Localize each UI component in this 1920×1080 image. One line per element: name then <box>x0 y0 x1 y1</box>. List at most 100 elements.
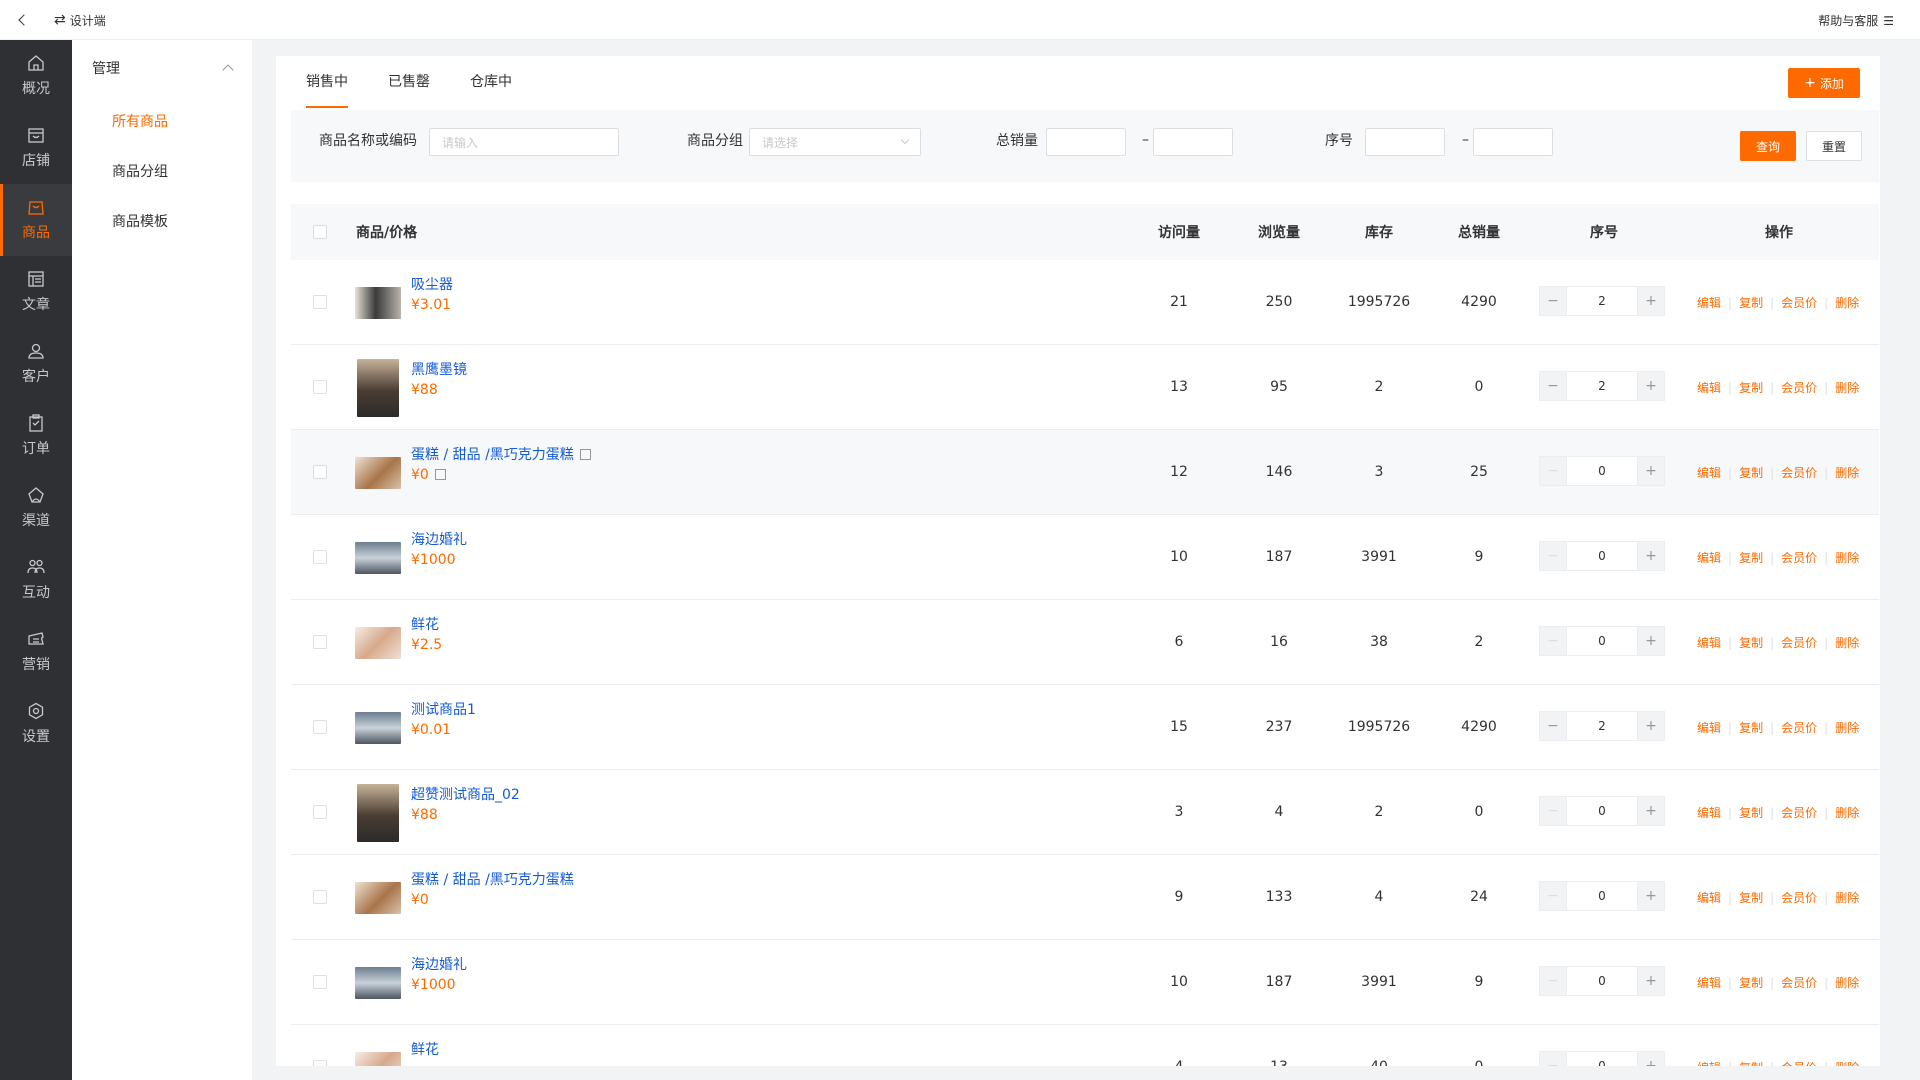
col-seq[interactable]: 序号 <box>1590 222 1618 242</box>
minus-icon[interactable]: − <box>1539 286 1567 316</box>
product-name-link[interactable]: 海边婚礼 <box>411 529 467 549</box>
member-price-link[interactable]: 会员价 <box>1781 721 1817 735</box>
add-button[interactable]: + 添加 <box>1788 68 1860 98</box>
minus-icon[interactable]: − <box>1539 626 1567 656</box>
row-checkbox[interactable] <box>313 805 327 819</box>
product-thumbnail[interactable] <box>355 627 401 659</box>
seq-input[interactable]: 0 <box>1567 1051 1637 1066</box>
product-name-link[interactable]: 蛋糕 / 甜品 /黑巧克力蛋糕 <box>411 444 591 464</box>
minus-icon[interactable]: − <box>1539 541 1567 571</box>
copy-link[interactable]: 复制 <box>1739 296 1763 310</box>
delete-link[interactable]: 删除 <box>1835 721 1859 735</box>
copy-link[interactable]: 复制 <box>1739 466 1763 480</box>
sub-nav-item-goods-template[interactable]: 商品模板 <box>72 196 252 246</box>
sub-nav-item-goods-group[interactable]: 商品分组 <box>72 146 252 196</box>
nav-item-customer[interactable]: 客户 <box>0 328 72 400</box>
row-checkbox[interactable] <box>313 720 327 734</box>
reset-button[interactable]: 重置 <box>1806 131 1862 161</box>
member-price-link[interactable]: 会员价 <box>1781 891 1817 905</box>
minus-icon[interactable]: − <box>1539 966 1567 996</box>
group-select[interactable]: 请选择 <box>749 128 921 156</box>
row-checkbox[interactable] <box>313 380 327 394</box>
product-thumbnail[interactable] <box>355 882 401 914</box>
seq-input[interactable]: 0 <box>1567 456 1637 486</box>
plus-icon[interactable]: + <box>1637 371 1665 401</box>
product-name-link[interactable]: 测试商品1 <box>411 699 476 719</box>
edit-link[interactable]: 编辑 <box>1697 891 1721 905</box>
plus-icon[interactable]: + <box>1637 286 1665 316</box>
product-name-link[interactable]: 蛋糕 / 甜品 /黑巧克力蛋糕 <box>411 869 574 889</box>
delete-link[interactable]: 删除 <box>1835 636 1859 650</box>
delete-link[interactable]: 删除 <box>1835 551 1859 565</box>
copy-link[interactable]: 复制 <box>1739 636 1763 650</box>
product-thumbnail[interactable] <box>355 1052 401 1066</box>
nav-item-article[interactable]: 文章 <box>0 256 72 328</box>
row-checkbox[interactable] <box>313 1060 327 1066</box>
copy-link[interactable]: 复制 <box>1739 806 1763 820</box>
product-name-link[interactable]: 黑鹰墨镜 <box>411 359 467 379</box>
minus-icon[interactable]: − <box>1539 881 1567 911</box>
edit-link[interactable]: 编辑 <box>1697 466 1721 480</box>
plus-icon[interactable]: + <box>1637 881 1665 911</box>
copy-link[interactable]: 复制 <box>1739 551 1763 565</box>
minus-icon[interactable]: − <box>1539 1051 1567 1066</box>
col-visits[interactable]: 访问量 <box>1158 222 1200 242</box>
product-thumbnail[interactable] <box>355 287 401 319</box>
sales-min-input[interactable] <box>1046 128 1126 156</box>
edit-link[interactable]: 编辑 <box>1697 1061 1721 1066</box>
edit-link[interactable]: 编辑 <box>1697 296 1721 310</box>
edit-icon[interactable] <box>579 448 591 460</box>
nav-item-channel[interactable]: 渠道 <box>0 472 72 544</box>
copy-link[interactable]: 复制 <box>1739 1061 1763 1066</box>
edit-link[interactable]: 编辑 <box>1697 976 1721 990</box>
minus-icon[interactable]: − <box>1539 711 1567 741</box>
minus-icon[interactable]: − <box>1539 456 1567 486</box>
seq-min-input[interactable] <box>1365 128 1445 156</box>
seq-input[interactable]: 0 <box>1567 796 1637 826</box>
plus-icon[interactable]: + <box>1637 626 1665 656</box>
col-sales[interactable]: 总销量 <box>1458 222 1500 242</box>
member-price-link[interactable]: 会员价 <box>1781 381 1817 395</box>
copy-link[interactable]: 复制 <box>1739 721 1763 735</box>
copy-link[interactable]: 复制 <box>1739 976 1763 990</box>
member-price-link[interactable]: 会员价 <box>1781 636 1817 650</box>
query-button[interactable]: 查询 <box>1740 131 1796 161</box>
delete-link[interactable]: 删除 <box>1835 381 1859 395</box>
member-price-link[interactable]: 会员价 <box>1781 551 1817 565</box>
product-thumbnail[interactable] <box>357 359 399 417</box>
minus-icon[interactable]: − <box>1539 796 1567 826</box>
col-views[interactable]: 浏览量 <box>1258 222 1300 242</box>
member-price-link[interactable]: 会员价 <box>1781 806 1817 820</box>
seq-input[interactable]: 0 <box>1567 541 1637 571</box>
member-price-link[interactable]: 会员价 <box>1781 466 1817 480</box>
col-stock[interactable]: 库存 <box>1365 222 1393 242</box>
sales-max-input[interactable] <box>1153 128 1233 156</box>
back-arrow-icon[interactable] <box>14 11 32 29</box>
row-checkbox[interactable] <box>313 890 327 904</box>
member-price-link[interactable]: 会员价 <box>1781 976 1817 990</box>
seq-input[interactable]: 0 <box>1567 626 1637 656</box>
edit-link[interactable]: 编辑 <box>1697 636 1721 650</box>
product-thumbnail[interactable] <box>355 967 401 999</box>
delete-link[interactable]: 删除 <box>1835 296 1859 310</box>
product-name-link[interactable]: 海边婚礼 <box>411 954 467 974</box>
product-thumbnail[interactable] <box>355 542 401 574</box>
plus-icon[interactable]: + <box>1637 541 1665 571</box>
product-name-link[interactable]: 鲜花 <box>411 614 439 634</box>
nav-item-order[interactable]: 订单 <box>0 400 72 472</box>
nav-item-settings[interactable]: 设置 <box>0 688 72 760</box>
nav-item-goods[interactable]: 商品 <box>0 184 72 256</box>
seq-input[interactable]: 0 <box>1567 881 1637 911</box>
edit-link[interactable]: 编辑 <box>1697 721 1721 735</box>
product-thumbnail[interactable] <box>355 457 401 489</box>
help-link[interactable]: 帮助与客服 ☰ <box>1818 12 1894 29</box>
row-checkbox[interactable] <box>313 465 327 479</box>
product-thumbnail[interactable] <box>357 784 399 842</box>
delete-link[interactable]: 删除 <box>1835 466 1859 480</box>
nav-item-overview[interactable]: 概况 <box>0 40 72 112</box>
plus-icon[interactable]: + <box>1637 796 1665 826</box>
product-thumbnail[interactable] <box>355 712 401 744</box>
select-all-checkbox[interactable] <box>313 225 327 239</box>
edit-link[interactable]: 编辑 <box>1697 381 1721 395</box>
seq-input[interactable]: 0 <box>1567 966 1637 996</box>
